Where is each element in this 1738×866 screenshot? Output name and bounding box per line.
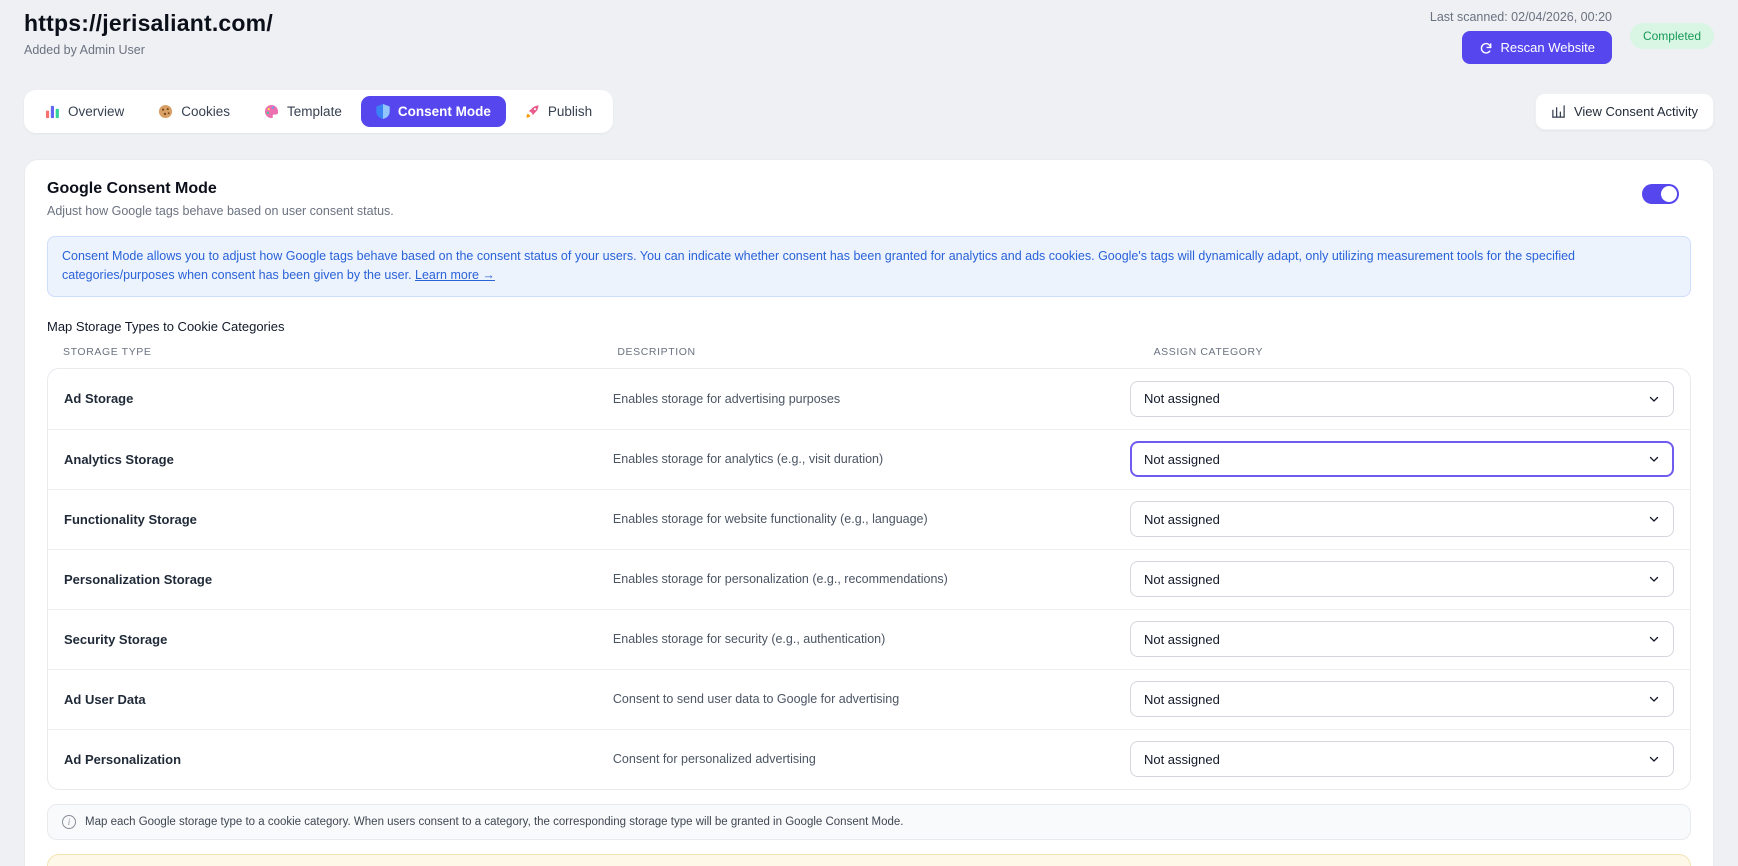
- storage-type-label: Ad User Data: [50, 692, 599, 707]
- storage-type-label: Ad Personalization: [50, 752, 599, 767]
- gtm-warning-box: Important: GTM Setup Required: [47, 854, 1691, 866]
- mapping-note: i Map each Google storage type to a cook…: [47, 804, 1691, 840]
- tab-template[interactable]: Template: [249, 96, 357, 127]
- tab-label: Cookies: [181, 104, 230, 119]
- storage-type-label: Functionality Storage: [50, 512, 599, 527]
- column-header-storage-type: STORAGE TYPE: [49, 346, 603, 358]
- selected-value: Not assigned: [1144, 692, 1220, 707]
- storage-type-label: Analytics Storage: [50, 452, 599, 467]
- shield-icon: [376, 104, 390, 119]
- rescan-website-button[interactable]: Rescan Website: [1462, 31, 1612, 64]
- card-header: Google Consent Mode Adjust how Google ta…: [47, 180, 1691, 218]
- consent-mode-toggle[interactable]: [1642, 184, 1679, 204]
- cookie-icon: [158, 104, 173, 119]
- tab-label: Consent Mode: [398, 104, 491, 119]
- column-header-assign-category: ASSIGN CATEGORY: [1140, 346, 1689, 358]
- chevron-down-icon: [1648, 453, 1660, 465]
- card-title: Google Consent Mode: [47, 180, 394, 198]
- toggle-knob: [1661, 186, 1677, 202]
- added-by-text: Added by Admin User: [24, 43, 273, 57]
- table-row-ad-user-data: Ad User Data Consent to send user data t…: [48, 669, 1690, 729]
- table-row-ad-personalization: Ad Personalization Consent for personali…: [48, 729, 1690, 789]
- view-activity-label: View Consent Activity: [1574, 104, 1698, 119]
- table-row-ad-storage: Ad Storage Enables storage for advertisi…: [48, 369, 1690, 429]
- refresh-icon: [1479, 41, 1493, 55]
- page-header: https://jerisaliant.com/ Added by Admin …: [24, 10, 1714, 64]
- site-url-title: https://jerisaliant.com/: [24, 10, 273, 37]
- card-header-text: Google Consent Mode Adjust how Google ta…: [47, 180, 394, 218]
- status-badge: Completed: [1630, 23, 1714, 49]
- tab-overview[interactable]: Overview: [30, 96, 139, 127]
- chevron-down-icon: [1648, 573, 1660, 585]
- storage-description: Enables storage for analytics (e.g., vis…: [599, 452, 1130, 466]
- assign-category-select-personalization-storage[interactable]: Not assigned: [1130, 561, 1674, 597]
- selected-value: Not assigned: [1144, 391, 1220, 406]
- google-consent-mode-card: Google Consent Mode Adjust how Google ta…: [24, 159, 1714, 866]
- palette-icon: [264, 104, 279, 119]
- chevron-down-icon: [1648, 693, 1660, 705]
- table-row-functionality-storage: Functionality Storage Enables storage fo…: [48, 489, 1690, 549]
- assign-category-select-functionality-storage[interactable]: Not assigned: [1130, 501, 1674, 537]
- selected-value: Not assigned: [1144, 572, 1220, 587]
- note-text: Map each Google storage type to a cookie…: [85, 816, 903, 828]
- page: https://jerisaliant.com/ Added by Admin …: [0, 0, 1738, 866]
- storage-description: Enables storage for personalization (e.g…: [599, 572, 1130, 586]
- assign-category-select-security-storage[interactable]: Not assigned: [1130, 621, 1674, 657]
- assign-category-select-ad-personalization[interactable]: Not assigned: [1130, 741, 1674, 777]
- storage-description: Enables storage for website functionalit…: [599, 512, 1130, 526]
- tab-publish[interactable]: Publish: [510, 96, 607, 127]
- consent-mode-info-box: Consent Mode allows you to adjust how Go…: [47, 236, 1691, 297]
- chevron-down-icon: [1648, 753, 1660, 765]
- tab-bar: Overview Cookies: [24, 90, 613, 133]
- tab-label: Overview: [68, 104, 124, 119]
- selected-value: Not assigned: [1144, 752, 1220, 767]
- scan-column: Last scanned: 02/04/2026, 00:20 Rescan W…: [1430, 10, 1612, 64]
- tab-cookies[interactable]: Cookies: [143, 96, 245, 127]
- table-header-row: STORAGE TYPE DESCRIPTION ASSIGN CATEGORY: [47, 346, 1691, 358]
- view-consent-activity-button[interactable]: View Consent Activity: [1535, 93, 1714, 130]
- header-actions: Last scanned: 02/04/2026, 00:20 Rescan W…: [1430, 10, 1714, 64]
- table-row-security-storage: Security Storage Enables storage for sec…: [48, 609, 1690, 669]
- storage-description: Consent for personalized advertising: [599, 752, 1130, 766]
- storage-mapping-table: Ad Storage Enables storage for advertisi…: [47, 368, 1691, 790]
- chevron-down-icon: [1648, 393, 1660, 405]
- tab-consent-mode[interactable]: Consent Mode: [361, 96, 506, 127]
- storage-description: Enables storage for advertising purposes: [599, 392, 1130, 406]
- tabs-row: Overview Cookies: [24, 90, 1714, 133]
- chevron-down-icon: [1648, 513, 1660, 525]
- assign-category-select-ad-user-data[interactable]: Not assigned: [1130, 681, 1674, 717]
- storage-description: Enables storage for security (e.g., auth…: [599, 632, 1130, 646]
- storage-type-label: Personalization Storage: [50, 572, 599, 587]
- card-subtitle: Adjust how Google tags behave based on u…: [47, 204, 394, 218]
- table-row-personalization-storage: Personalization Storage Enables storage …: [48, 549, 1690, 609]
- selected-value: Not assigned: [1144, 512, 1220, 527]
- info-icon: i: [62, 815, 76, 829]
- chevron-down-icon: [1648, 633, 1660, 645]
- tab-label: Template: [287, 104, 342, 119]
- last-scanned-text: Last scanned: 02/04/2026, 00:20: [1430, 10, 1612, 24]
- selected-value: Not assigned: [1144, 452, 1220, 467]
- bar-chart-icon: [45, 104, 60, 119]
- column-header-description: DESCRIPTION: [603, 346, 1139, 358]
- learn-more-link[interactable]: Learn more →: [415, 268, 495, 282]
- assign-category-select-analytics-storage[interactable]: Not assigned: [1130, 441, 1674, 477]
- table-row-analytics-storage: Analytics Storage Enables storage for an…: [48, 429, 1690, 489]
- tab-label: Publish: [548, 104, 592, 119]
- rescan-label: Rescan Website: [1501, 40, 1595, 55]
- activity-chart-icon: [1551, 104, 1566, 119]
- storage-description: Consent to send user data to Google for …: [599, 692, 1130, 706]
- assign-category-select-ad-storage[interactable]: Not assigned: [1130, 381, 1674, 417]
- section-label: Map Storage Types to Cookie Categories: [47, 319, 1691, 334]
- rocket-icon: [525, 104, 540, 119]
- info-text: Consent Mode allows you to adjust how Go…: [62, 249, 1575, 282]
- selected-value: Not assigned: [1144, 632, 1220, 647]
- site-info: https://jerisaliant.com/ Added by Admin …: [24, 10, 273, 57]
- storage-type-label: Security Storage: [50, 632, 599, 647]
- storage-type-label: Ad Storage: [50, 391, 599, 406]
